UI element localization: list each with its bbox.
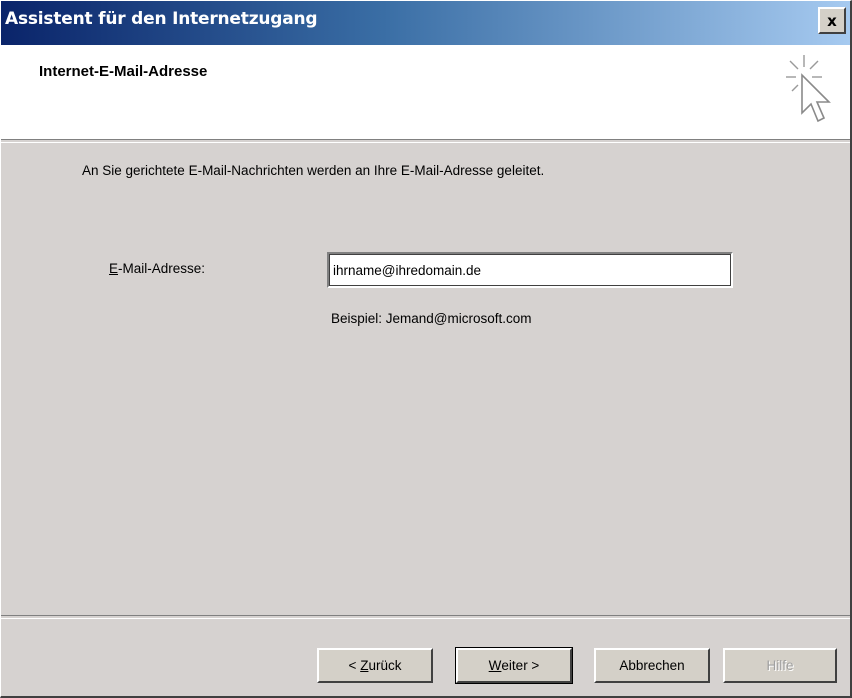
email-label-text: -Mail-Adresse: <box>118 261 206 276</box>
footer-separator <box>1 615 850 619</box>
next-button-mnemonic: W <box>488 658 502 673</box>
window-title: Assistent für den Internetzugang <box>5 9 318 29</box>
next-button[interactable]: Weiter > <box>455 647 573 684</box>
back-button-mnemonic: Z <box>360 658 369 673</box>
title-bar[interactable]: Assistent für den Internetzugang x <box>1 1 850 45</box>
back-button[interactable]: < Zurück <box>317 648 433 683</box>
page-title: Internet-E-Mail-Adresse <box>39 63 208 80</box>
email-input[interactable] <box>327 252 733 288</box>
wizard-header: Internet-E-Mail-Adresse <box>1 45 850 139</box>
intro-text: An Sie gerichtete E-Mail-Nachrichten wer… <box>82 163 545 178</box>
help-button[interactable]: Hilfe <box>723 648 837 683</box>
email-label-mnemonic: E <box>109 261 119 276</box>
close-button[interactable]: x <box>818 7 846 34</box>
example-text: Beispiel: Jemand@microsoft.com <box>331 311 532 326</box>
next-button-label: eiter > <box>501 658 540 673</box>
cancel-button[interactable]: Abbrechen <box>594 648 710 683</box>
close-icon: x <box>827 11 837 30</box>
back-button-label: urück <box>368 658 402 673</box>
wizard-window: Assistent für den Internetzugang x Inter… <box>0 0 852 698</box>
back-button-prefix: < <box>348 658 361 673</box>
email-label: E-Mail-Adresse: <box>109 261 205 276</box>
wizard-cursor-icon <box>786 55 831 123</box>
header-separator <box>1 139 850 143</box>
